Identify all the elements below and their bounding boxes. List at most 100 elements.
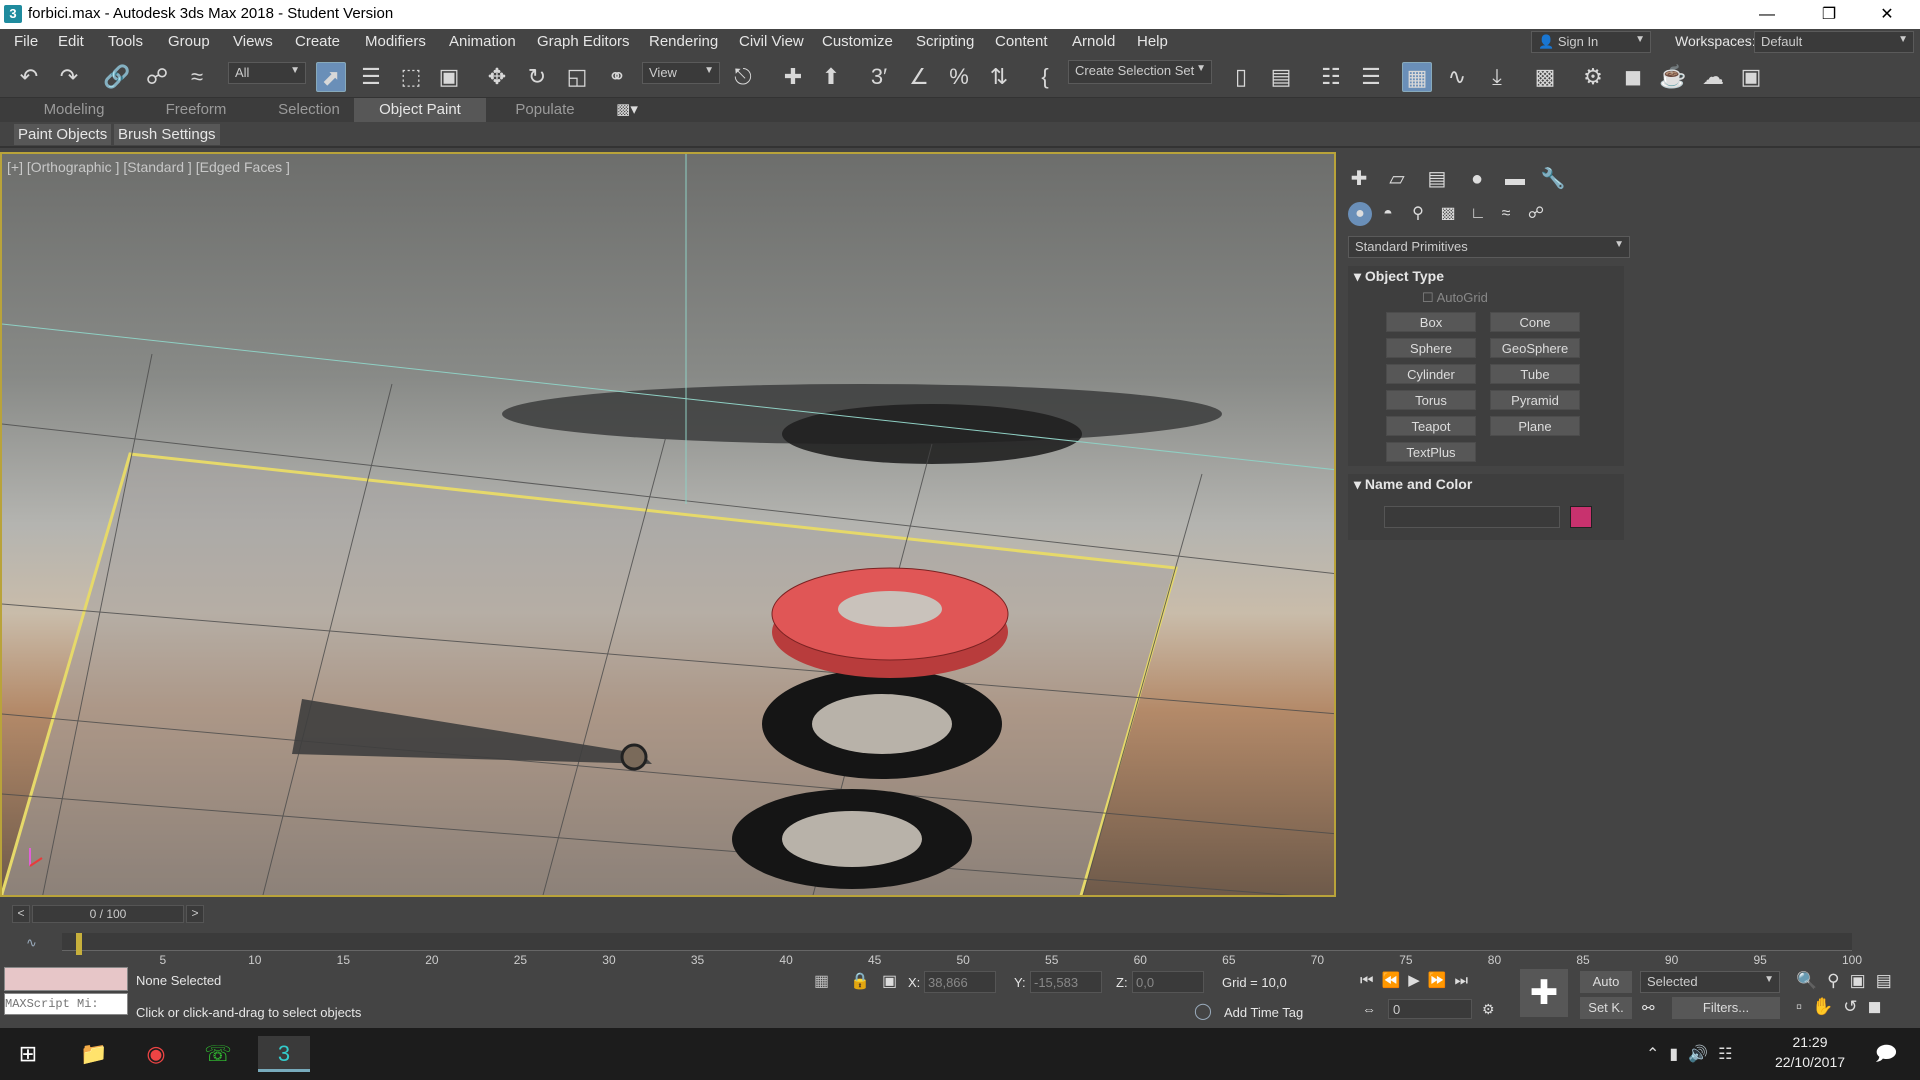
menu-create[interactable]: Create [295, 33, 340, 50]
tube-button[interactable]: Tube [1490, 364, 1580, 384]
menu-scripting[interactable]: Scripting [916, 33, 974, 50]
helpers-icon[interactable]: ∟ [1466, 202, 1490, 226]
render-setup-icon[interactable]: ⚙ [1578, 62, 1608, 92]
tab-populate[interactable]: Populate [490, 98, 600, 122]
align-icon[interactable]: ▤ [1266, 62, 1296, 92]
ribbon-options-icon[interactable]: ▩▾ [612, 98, 642, 122]
object-name-input[interactable] [1384, 506, 1560, 528]
teapot-button[interactable]: Teapot [1386, 416, 1476, 436]
keyboard-shortcut-override-icon[interactable]: ⬆ [816, 62, 846, 92]
spinner-snap-icon[interactable]: ⇅ [984, 62, 1014, 92]
go-to-start-icon[interactable]: ⏮ [1360, 972, 1382, 989]
select-object-icon[interactable]: ⬈ [316, 62, 346, 92]
motion-tab-icon[interactable]: ● [1464, 166, 1490, 192]
y-coordinate-field[interactable]: -15,583 [1030, 971, 1102, 993]
display-tab-icon[interactable]: ▬ [1502, 166, 1528, 192]
set-key-button[interactable]: Set K. [1580, 997, 1632, 1019]
tab-selection[interactable]: Selection [254, 98, 364, 122]
current-frame-spinner[interactable]: 0 [1388, 999, 1472, 1019]
placement-icon[interactable]: ⚭ [602, 62, 632, 92]
maxscript-input[interactable] [4, 993, 128, 1015]
mirror-icon[interactable]: ▯ [1226, 62, 1256, 92]
z-coordinate-field[interactable]: 0,0 [1132, 971, 1204, 993]
select-by-name-icon[interactable]: ☰ [356, 62, 386, 92]
angle-snap-icon[interactable]: ∠ [904, 62, 934, 92]
utilities-tab-icon[interactable]: 🔧 [1540, 166, 1566, 192]
perspective-viewport[interactable]: [+] [Orthographic ] [Standard ] [Edged F… [0, 152, 1336, 897]
close-button[interactable]: ✕ [1864, 0, 1910, 29]
x-coordinate-field[interactable]: 38,866 [924, 971, 996, 993]
menu-tools[interactable]: Tools [108, 33, 143, 50]
pivot-center-icon[interactable]: ⎋ [728, 62, 758, 92]
rectangular-selection-icon[interactable]: ⬚ [396, 62, 426, 92]
edit-named-selection-icon[interactable]: { [1030, 62, 1060, 92]
paint-objects-button[interactable]: Paint Objects [14, 124, 112, 145]
bind-space-warp-icon[interactable]: ≈ [182, 62, 212, 92]
create-selection-set-dropdown[interactable]: Create Selection Set ▼ [1068, 60, 1212, 84]
scale-icon[interactable]: ◱ [562, 62, 592, 92]
key-filter-dropdown[interactable]: Selected ▼ [1640, 971, 1780, 993]
whatsapp-icon[interactable]: ☏ [200, 1036, 236, 1072]
time-tag-icon[interactable]: ◯ [1194, 1001, 1212, 1021]
previous-frame-button[interactable]: < [12, 905, 30, 923]
maxscript-listener-output[interactable] [4, 967, 128, 991]
menu-views[interactable]: Views [233, 33, 273, 50]
windows-start-icon[interactable]: ⊞ [10, 1036, 46, 1072]
app-icon[interactable]: 3 [4, 5, 22, 23]
torus-button[interactable]: Torus [1386, 390, 1476, 410]
menu-arnold[interactable]: Arnold [1072, 33, 1115, 50]
link-icon[interactable]: 🔗 [102, 62, 132, 92]
clock-date[interactable]: 22/10/2017 [1762, 1054, 1858, 1070]
tab-modeling[interactable]: Modeling [14, 98, 134, 122]
space-warps-icon[interactable]: ≈ [1494, 202, 1518, 226]
battery-icon[interactable]: ▮ [1669, 1046, 1688, 1063]
zoom-extents-icon[interactable]: ▣ [1850, 971, 1876, 990]
menu-help[interactable]: Help [1137, 33, 1168, 50]
show-hidden-icons-icon[interactable]: ⌃ [1646, 1046, 1669, 1063]
reference-coordinate-dropdown[interactable]: View ▼ [642, 62, 720, 84]
key-mode-toggle-icon[interactable]: ⇔ [1362, 1001, 1376, 1017]
shapes-icon[interactable]: ◓ [1376, 202, 1400, 226]
notification-center-icon[interactable]: 🗩 [1868, 1036, 1904, 1072]
menu-file[interactable]: File [14, 33, 38, 50]
menu-group[interactable]: Group [168, 33, 210, 50]
isolate-selection-icon[interactable]: ▦ [814, 971, 829, 991]
tab-freeform[interactable]: Freeform [140, 98, 252, 122]
zoom-all-icon[interactable]: ⚲ [1827, 971, 1849, 990]
sign-in-dropdown[interactable]: 👤 Sign In ▼ [1531, 31, 1651, 53]
menu-graph-editors[interactable]: Graph Editors [537, 33, 630, 50]
lights-icon[interactable]: ⚲ [1406, 202, 1430, 226]
key-tangent-icon[interactable]: ⚯ [1642, 999, 1655, 1017]
render-in-cloud-icon[interactable]: ☁ [1698, 62, 1728, 92]
previous-key-icon[interactable]: ⏪ [1382, 972, 1409, 989]
key-filters-button[interactable]: Filters... [1672, 997, 1780, 1019]
menu-civil-view[interactable]: Civil View [739, 33, 804, 50]
selection-lock-icon[interactable]: 🔒 [850, 971, 870, 991]
unlink-icon[interactable]: ☍ [142, 62, 172, 92]
geosphere-button[interactable]: GeoSphere [1490, 338, 1580, 358]
menu-customize[interactable]: Customize [822, 33, 893, 50]
restore-button[interactable]: ❐ [1806, 0, 1852, 29]
curve-editor-icon[interactable]: ∿ [1442, 62, 1472, 92]
time-configuration-icon[interactable]: ⚙ [1482, 1001, 1495, 1018]
tab-object-paint[interactable]: Object Paint [354, 98, 486, 122]
hierarchy-tab-icon[interactable]: ▤ [1424, 166, 1450, 192]
autogrid-checkbox[interactable]: ☐ AutoGrid [1422, 290, 1488, 306]
cameras-icon[interactable]: ▩ [1436, 202, 1460, 226]
name-and-color-title[interactable]: ▾ Name and Color [1354, 476, 1472, 493]
file-explorer-icon[interactable]: 📁 [76, 1036, 112, 1072]
auto-key-button[interactable]: Auto [1580, 971, 1632, 993]
textplus-button[interactable]: TextPlus [1386, 442, 1476, 462]
cylinder-button[interactable]: Cylinder [1386, 364, 1476, 384]
sphere-button[interactable]: Sphere [1386, 338, 1476, 358]
time-slider[interactable]: 0 / 100 [32, 905, 184, 923]
layer-explorer-icon[interactable]: ☰ [1356, 62, 1386, 92]
track-bar[interactable] [62, 933, 1852, 951]
volume-icon[interactable]: 🔊 [1688, 1046, 1718, 1063]
plane-button[interactable]: Plane [1490, 416, 1580, 436]
material-editor-icon[interactable]: ▩ [1530, 62, 1560, 92]
menu-animation[interactable]: Animation [449, 33, 516, 50]
window-crossing-icon[interactable]: ▣ [434, 62, 464, 92]
brush-settings-button[interactable]: Brush Settings [114, 124, 220, 145]
orbit-icon[interactable]: ↺ [1843, 997, 1867, 1016]
